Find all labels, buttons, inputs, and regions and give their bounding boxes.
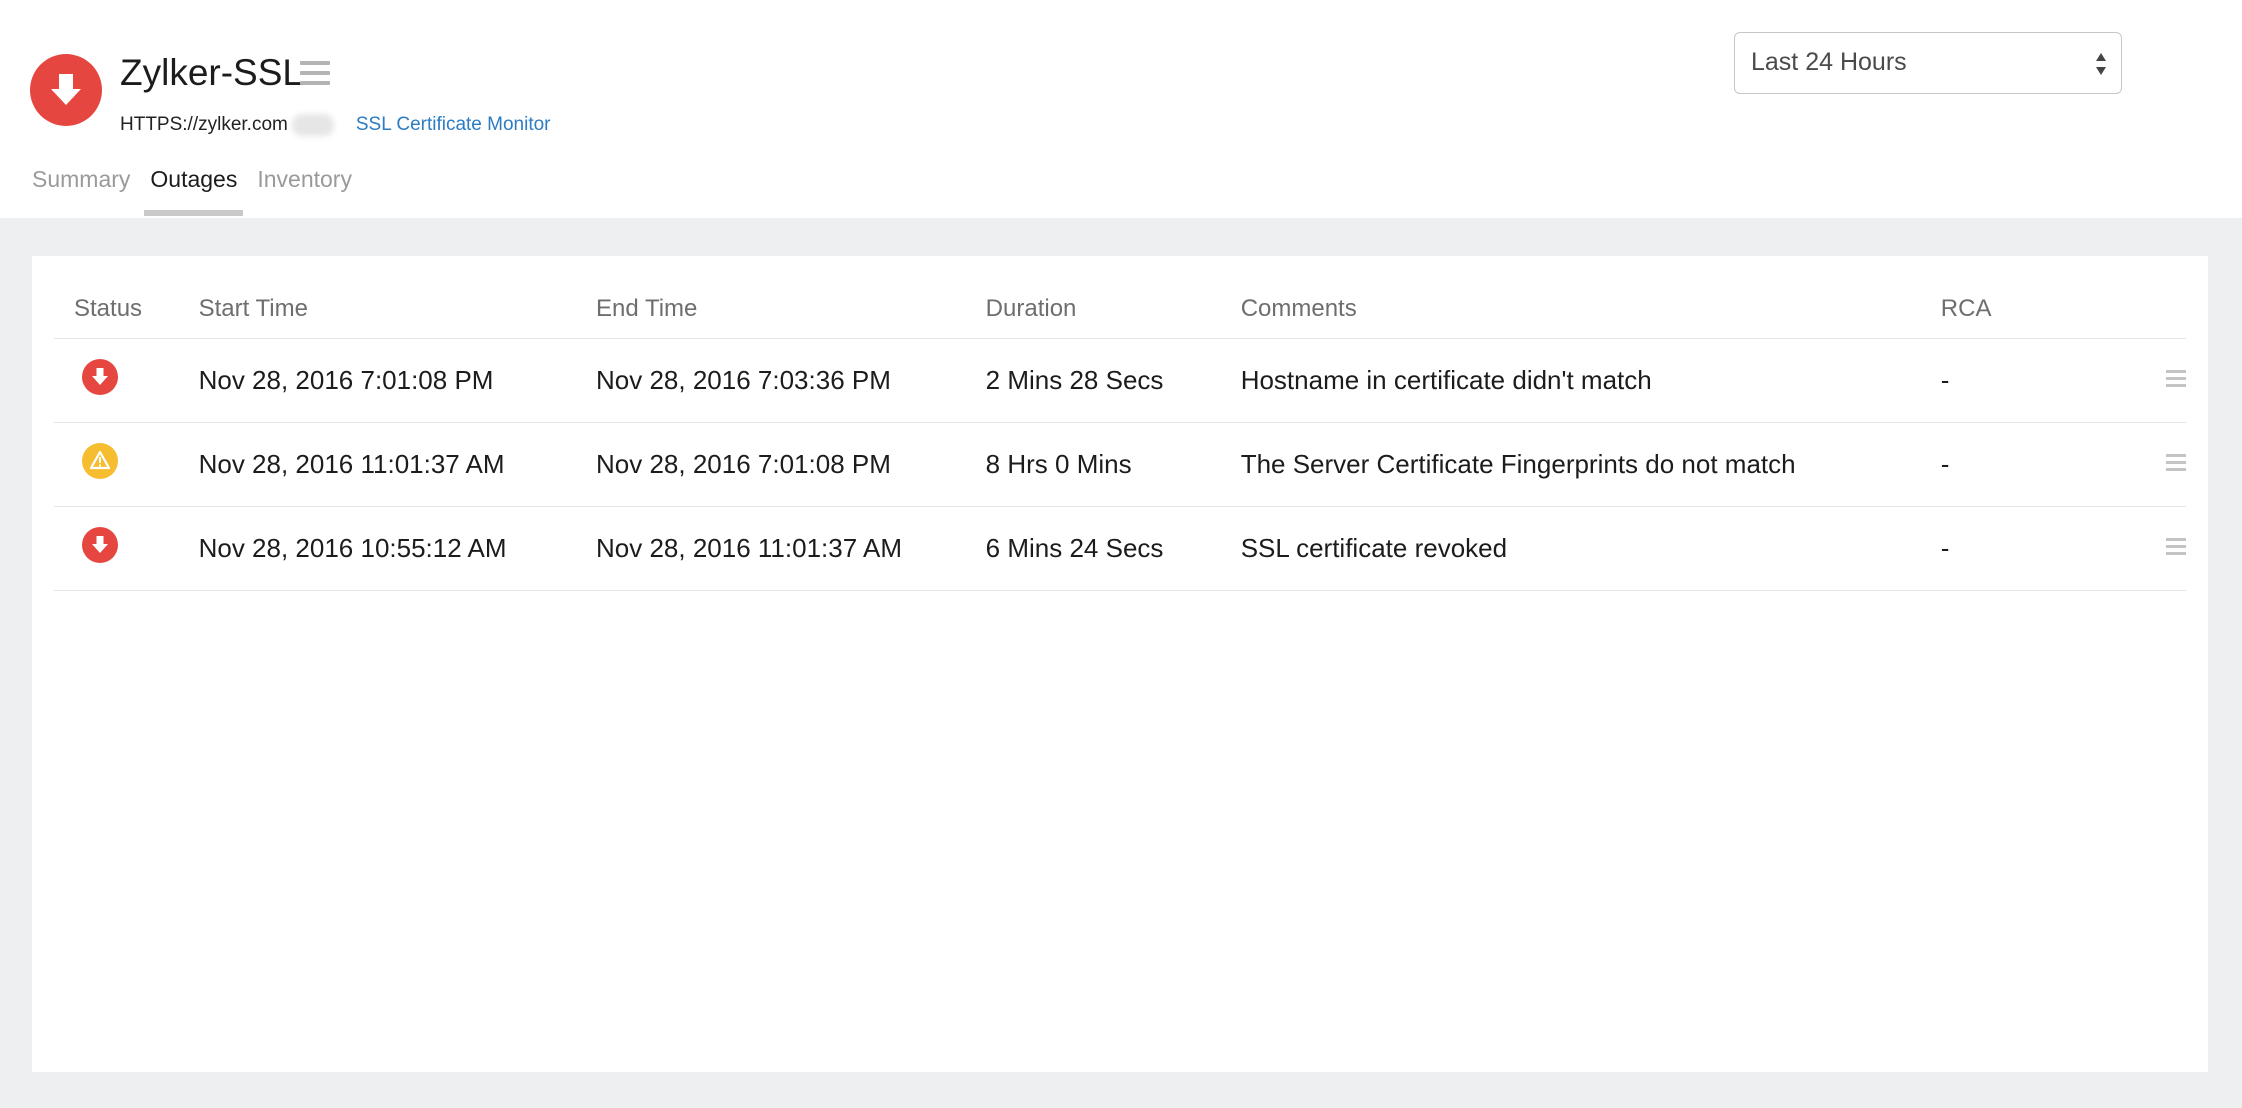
monitor-url: HTTPS://zylker.com xyxy=(120,114,288,135)
row-actions-cell xyxy=(2058,338,2186,423)
table-header-row: Status Start Time End Time Duration Comm… xyxy=(54,280,2186,339)
column-header-start-time: Start Time xyxy=(198,280,597,339)
row-start-time: Nov 28, 2016 11:01:37 AM xyxy=(198,422,597,507)
time-period-value: Last 24 Hours xyxy=(1751,48,1907,76)
row-menu-icon[interactable] xyxy=(2166,538,2186,555)
row-rca: - xyxy=(1940,338,2058,423)
monitor-type-link[interactable]: SSL Certificate Monitor xyxy=(356,111,551,139)
table-row: Nov 28, 2016 11:01:37 AM Nov 28, 2016 7:… xyxy=(54,422,2186,507)
column-header-rca: RCA xyxy=(1940,280,2058,339)
monitor-header: Zylker-SSL HTTPS://zylker.com SSL Certif… xyxy=(0,0,2242,218)
tab-outages[interactable]: Outages xyxy=(144,164,244,216)
row-menu-icon[interactable] xyxy=(2166,370,2186,387)
row-start-time: Nov 28, 2016 10:55:12 AM xyxy=(198,506,597,591)
row-end-time: Nov 28, 2016 7:01:08 PM xyxy=(596,422,986,507)
down-status-icon xyxy=(30,54,102,126)
tab-inventory[interactable]: Inventory xyxy=(257,164,352,216)
row-actions-cell xyxy=(2058,422,2186,507)
down-status-icon xyxy=(82,358,118,395)
table-row: Nov 28, 2016 10:55:12 AM Nov 28, 2016 11… xyxy=(54,506,2186,591)
column-header-duration: Duration xyxy=(985,280,1241,339)
row-duration: 8 Hrs 0 Mins xyxy=(985,422,1241,507)
redacted-url-suffix xyxy=(291,114,334,136)
column-header-actions xyxy=(2058,280,2186,339)
warning-status-icon xyxy=(82,442,118,479)
outages-panel: Status Start Time End Time Duration Comm… xyxy=(32,256,2208,1072)
row-comment: Hostname in certificate didn't match xyxy=(1240,338,1941,423)
tab-bar: Summary Outages Inventory xyxy=(32,164,372,218)
row-end-time: Nov 28, 2016 11:01:37 AM xyxy=(596,506,986,591)
row-status-cell xyxy=(54,422,199,507)
monitor-name: Zylker-SSL xyxy=(120,52,303,93)
row-rca: - xyxy=(1940,506,2058,591)
select-arrows-icon xyxy=(2096,53,2106,75)
row-status-cell xyxy=(54,338,199,423)
monitor-menu-icon[interactable] xyxy=(300,61,330,85)
outages-table: Status Start Time End Time Duration Comm… xyxy=(54,280,2186,591)
active-tab-indicator xyxy=(144,210,244,216)
column-header-comments: Comments xyxy=(1240,280,1941,339)
row-comment: SSL certificate revoked xyxy=(1240,506,1941,591)
column-header-status: Status xyxy=(54,280,199,339)
down-status-icon xyxy=(82,526,118,563)
row-rca: - xyxy=(1940,422,2058,507)
row-end-time: Nov 28, 2016 7:03:36 PM xyxy=(596,338,986,423)
time-period-select[interactable]: Last 24 Hours xyxy=(1734,32,2122,94)
row-duration: 2 Mins 28 Secs xyxy=(985,338,1241,423)
row-duration: 6 Mins 24 Secs xyxy=(985,506,1241,591)
row-comment: The Server Certificate Fingerprints do n… xyxy=(1240,422,1941,507)
table-row: Nov 28, 2016 7:01:08 PM Nov 28, 2016 7:0… xyxy=(54,338,2186,423)
monitor-url-line: HTTPS://zylker.com SSL Certificate Monit… xyxy=(120,111,551,139)
row-start-time: Nov 28, 2016 7:01:08 PM xyxy=(198,338,597,423)
row-menu-icon[interactable] xyxy=(2166,454,2186,471)
row-actions-cell xyxy=(2058,506,2186,591)
column-header-end-time: End Time xyxy=(596,280,986,339)
row-status-cell xyxy=(54,506,199,591)
tab-summary[interactable]: Summary xyxy=(32,164,130,216)
